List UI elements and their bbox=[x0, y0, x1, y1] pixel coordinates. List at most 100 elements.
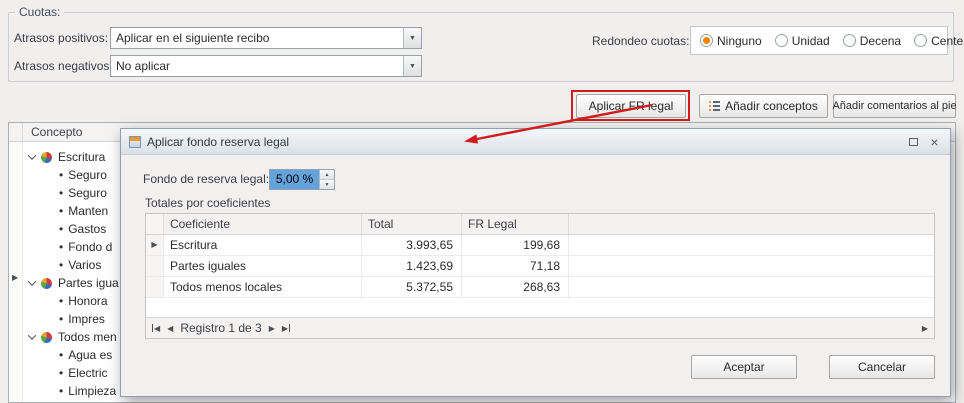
cell-fr-legal: 268,63 bbox=[462, 277, 569, 297]
radio-icon bbox=[914, 34, 927, 47]
radio-label: Decena bbox=[860, 34, 901, 48]
cell-fr-legal: 71,18 bbox=[462, 256, 569, 276]
tree-item-label: Manten bbox=[68, 204, 108, 218]
button-label: Aplicar FR legal bbox=[589, 99, 674, 113]
tree-item-label: Electric bbox=[68, 366, 107, 380]
page: Cuotas: Atrasos positivos: Aplicar en el… bbox=[0, 0, 964, 403]
radio-unidad[interactable]: Unidad bbox=[775, 34, 830, 48]
pie-chart-icon bbox=[41, 152, 52, 163]
button-label: Añadir conceptos bbox=[725, 99, 818, 113]
row-indicator-cell bbox=[146, 256, 164, 276]
radio-icon bbox=[775, 34, 788, 47]
cancelar-button[interactable]: Cancelar bbox=[829, 355, 935, 379]
cell-filler bbox=[569, 235, 934, 255]
restore-icon bbox=[909, 138, 918, 146]
column-header-fr-legal[interactable]: FR Legal bbox=[462, 214, 569, 234]
cell-coeficiente: Partes iguales bbox=[164, 256, 362, 276]
table-row[interactable]: Partes iguales 1.423,69 71,18 bbox=[146, 256, 934, 277]
spin-up-icon[interactable]: ▲ bbox=[320, 170, 334, 179]
bullet-icon: • bbox=[59, 294, 63, 308]
radio-label: Centena bbox=[931, 34, 964, 48]
chevron-down-icon[interactable]: ▼ bbox=[403, 56, 421, 76]
tree-item-label: Limpieza bbox=[68, 384, 116, 398]
record-navigator: ◀ ◀ Registro 1 de 3 ▶ ▶ ▶ bbox=[146, 317, 934, 338]
nav-next-button[interactable]: ▶ bbox=[269, 324, 275, 333]
dialog-title: Aplicar fondo reserva legal bbox=[147, 135, 900, 149]
nav-prev-icon: ◀ bbox=[167, 324, 173, 333]
spin-down-icon[interactable]: ▼ bbox=[320, 179, 334, 189]
totales-caption: Totales por coeficientes bbox=[145, 193, 270, 214]
column-header-filler bbox=[569, 214, 934, 234]
dialog-titlebar[interactable]: Aplicar fondo reserva legal × bbox=[121, 129, 950, 155]
tree-item-label: Todos men bbox=[58, 330, 117, 344]
atrasos-positivos-label: Atrasos positivos: bbox=[14, 27, 108, 49]
table-header: Coeficiente Total FR Legal bbox=[146, 214, 934, 235]
chevron-down-icon bbox=[28, 277, 36, 285]
bullet-icon: • bbox=[59, 384, 63, 398]
table-row[interactable]: ▶ Escritura 3.993,65 199,68 bbox=[146, 235, 934, 256]
cell-fr-legal: 199,68 bbox=[462, 235, 569, 255]
tree-item-label: Seguro bbox=[68, 186, 107, 200]
radio-centena[interactable]: Centena bbox=[914, 34, 964, 48]
bullet-icon: • bbox=[59, 366, 63, 380]
row-indicator-cell bbox=[146, 277, 164, 297]
tree-item-label: Escritura bbox=[58, 150, 105, 164]
tree-item-label: Honora bbox=[68, 294, 107, 308]
nav-first-button[interactable]: ◀ bbox=[152, 324, 160, 333]
tree-item-label: Agua es bbox=[68, 348, 112, 362]
bullet-icon: • bbox=[59, 258, 63, 272]
button-label: Añadir comentarios al pie bbox=[832, 100, 956, 112]
close-icon: × bbox=[930, 135, 938, 149]
nav-prev-button[interactable]: ◀ bbox=[167, 324, 173, 333]
tree-item-label: Gastos bbox=[68, 222, 106, 236]
tree-item-label: Impres bbox=[68, 312, 105, 326]
cell-filler bbox=[569, 277, 934, 297]
chevron-down-icon[interactable]: ▼ bbox=[403, 28, 421, 48]
column-header-coeficiente[interactable]: Coeficiente bbox=[164, 214, 362, 234]
redondeo-label: Redondeo cuotas: bbox=[592, 30, 689, 52]
button-label: Cancelar bbox=[858, 360, 906, 374]
nav-last-icon: ▶ bbox=[282, 324, 288, 333]
radio-ninguno[interactable]: Ninguno bbox=[700, 34, 762, 48]
column-header-total[interactable]: Total bbox=[362, 214, 462, 234]
bullet-icon: • bbox=[59, 204, 63, 218]
radio-decena[interactable]: Decena bbox=[843, 34, 901, 48]
table-row[interactable]: Todos menos locales 5.372,55 268,63 bbox=[146, 277, 934, 298]
fondo-reserva-spinedit[interactable]: 5,00 % ▲ ▼ bbox=[269, 169, 335, 190]
radio-label: Unidad bbox=[792, 34, 830, 48]
row-indicator-icon: ▶ bbox=[151, 235, 157, 255]
tree-item-label: Partes igua bbox=[58, 276, 119, 290]
nav-next-icon: ▶ bbox=[269, 324, 275, 333]
cell-filler bbox=[569, 256, 934, 276]
nav-last-button[interactable]: ▶ bbox=[282, 324, 290, 333]
radio-icon bbox=[843, 34, 856, 47]
grid-gutter: ▶ bbox=[9, 142, 23, 402]
indicator-header-cell bbox=[146, 214, 164, 234]
cell-coeficiente: Todos menos locales bbox=[164, 277, 362, 297]
atrasos-positivos-combo[interactable]: Aplicar en el siguiente recibo ▼ bbox=[110, 27, 422, 49]
fondo-reserva-label: Fondo de reserva legal: bbox=[143, 169, 269, 190]
hscroll-right-button[interactable]: ▶ bbox=[922, 324, 928, 333]
tree-item-label: Varios bbox=[68, 258, 101, 272]
bullet-icon: • bbox=[59, 186, 63, 200]
pie-chart-icon bbox=[41, 332, 52, 343]
row-indicator-cell: ▶ bbox=[146, 235, 164, 255]
bullet-icon: • bbox=[59, 348, 63, 362]
close-button[interactable]: × bbox=[927, 134, 942, 149]
atrasos-negativos-combo[interactable]: No aplicar ▼ bbox=[110, 55, 422, 77]
table-empty-area bbox=[146, 298, 934, 317]
restore-button[interactable] bbox=[906, 134, 921, 149]
aceptar-button[interactable]: Aceptar bbox=[691, 355, 797, 379]
aplicar-fr-legal-button[interactable]: Aplicar FR legal bbox=[576, 94, 686, 118]
anadir-comentarios-button[interactable]: Añadir comentarios al pie bbox=[833, 94, 956, 118]
nav-first-icon: ◀ bbox=[154, 324, 160, 333]
radio-label: Ninguno bbox=[717, 34, 762, 48]
pager-text: Registro 1 de 3 bbox=[180, 321, 261, 335]
spinedit-value[interactable]: 5,00 % bbox=[270, 170, 319, 189]
spinner-buttons: ▲ ▼ bbox=[319, 170, 334, 189]
bullet-icon: • bbox=[59, 240, 63, 254]
button-label: Aceptar bbox=[723, 360, 764, 374]
anadir-conceptos-button[interactable]: Añadir conceptos bbox=[699, 94, 828, 118]
chevron-down-icon bbox=[28, 331, 36, 339]
coeficientes-table: Coeficiente Total FR Legal ▶ Escritura 3… bbox=[145, 213, 935, 339]
